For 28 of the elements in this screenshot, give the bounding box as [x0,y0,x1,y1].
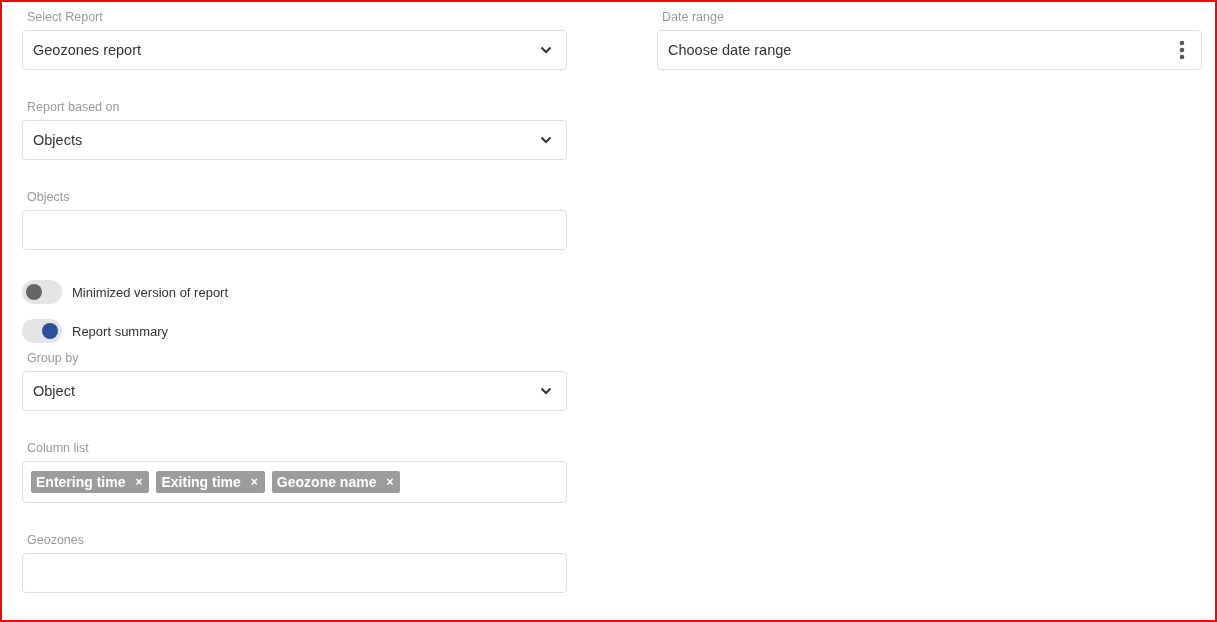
input-field[interactable] [22,210,567,250]
toggle-label: Report summary [72,323,169,339]
field-label: Objects [26,189,71,206]
toggle-switch[interactable] [22,280,62,304]
chevron-down-icon [540,46,552,54]
column-tag: Exiting time × [156,471,265,493]
input-field[interactable] [22,553,567,593]
remove-tag-button[interactable]: × [135,475,143,489]
more-options-icon[interactable] [1179,40,1185,60]
column-tag: Geozone name × [271,471,401,493]
chevron-down-icon [540,387,552,395]
chevron-down-icon [540,136,552,144]
field-label: Group by [26,350,80,367]
field-label: Date range [661,9,725,26]
field-label: Column list [26,440,90,457]
toggle-switch[interactable] [22,319,62,343]
field-label: Select Report [26,9,104,26]
field-label: Geozones [26,532,85,549]
remove-tag-button[interactable]: × [250,475,258,489]
toggle-label: Minimized version of report [72,284,229,300]
column-tag: Entering time × [31,471,150,493]
field-label: Report based on [26,99,121,116]
select-dropdown[interactable]: Geozones report [22,30,567,70]
select-dropdown[interactable]: Object [22,371,567,411]
date-range-field[interactable]: Choose date range [657,30,1202,70]
select-dropdown[interactable]: Objects [22,120,567,160]
tag-input-field[interactable]: Entering time × Exiting time × Geozone name × [22,461,567,503]
remove-tag-button[interactable]: × [386,475,394,489]
